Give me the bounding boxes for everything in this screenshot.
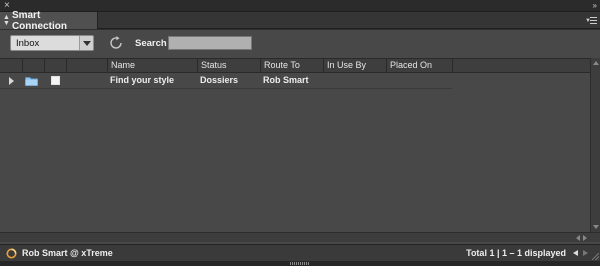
status-total: Total 1 | 1 – 1 displayed — [466, 248, 566, 258]
next-page-icon[interactable] — [583, 250, 588, 256]
scroll-up-icon[interactable] — [593, 61, 599, 65]
table-row[interactable]: Find your style Dossiers Rob Smart — [0, 73, 452, 89]
scroll-right-icon[interactable] — [583, 235, 587, 241]
chevron-down-icon[interactable] — [79, 36, 93, 50]
search-input[interactable] — [168, 36, 252, 50]
panel-menu-icon[interactable]: ▼ — [585, 15, 597, 26]
folder-icon — [25, 77, 38, 86]
cell-status: Dossiers — [200, 75, 239, 85]
header-check-col — [44, 59, 66, 72]
panel-bottom-edge — [0, 261, 600, 266]
resize-handle-icon[interactable] — [290, 262, 310, 265]
cell-route-to: Rob Smart — [263, 75, 309, 85]
header-filler — [452, 59, 590, 72]
header-blank-col — [66, 59, 107, 72]
tab-smart-connection[interactable]: ▲ ▼ Smart Connection — [0, 9, 98, 32]
search-label: Search — [135, 38, 167, 49]
column-header-status[interactable]: Status — [197, 59, 260, 72]
document-table: Name Status Route To In Use By Placed On… — [0, 58, 590, 232]
checkbox[interactable] — [51, 76, 60, 85]
column-header-route-to[interactable]: Route To — [260, 59, 323, 72]
collapse-icon[interactable]: » — [593, 0, 598, 12]
tab-title: Smart Connection — [11, 9, 67, 32]
status-user: Rob Smart @ xTreme — [22, 248, 113, 258]
scroll-down-icon[interactable] — [593, 225, 599, 229]
scroll-left-icon[interactable] — [576, 235, 580, 241]
panel-tabbar: ▲ ▼ Smart Connection ▼ — [0, 9, 600, 32]
view-dropdown[interactable]: Inbox — [10, 35, 94, 51]
refresh-icon[interactable] — [108, 35, 124, 51]
cell-placed-on — [386, 73, 389, 88]
toolbar: Inbox Search — [0, 30, 600, 58]
cell-name: Find your style — [110, 75, 175, 85]
header-expand-col — [0, 59, 22, 72]
panel-body: Inbox Search Name Status Route To In Use… — [0, 30, 600, 244]
horizontal-scrollbar[interactable] — [0, 232, 600, 242]
tab-updown-icon: ▲ ▼ — [3, 13, 10, 27]
close-icon[interactable]: × — [4, 0, 10, 12]
column-header-placed-on[interactable]: Placed On — [386, 59, 452, 72]
header-icon-col — [22, 59, 44, 72]
table-header: Name Status Route To In Use By Placed On — [0, 58, 590, 73]
view-dropdown-value: Inbox — [16, 38, 40, 49]
connection-status-icon — [6, 248, 17, 259]
vertical-scrollbar[interactable] — [590, 58, 600, 232]
column-header-in-use-by[interactable]: In Use By — [323, 59, 386, 72]
resize-grip-icon[interactable] — [592, 253, 599, 260]
status-bar: Rob Smart @ xTreme Total 1 | 1 – 1 displ… — [0, 244, 600, 261]
cell-in-use-by — [323, 73, 326, 88]
expand-arrow-icon[interactable] — [9, 77, 14, 85]
column-header-name[interactable]: Name — [107, 59, 197, 72]
prev-page-icon[interactable] — [573, 250, 578, 256]
